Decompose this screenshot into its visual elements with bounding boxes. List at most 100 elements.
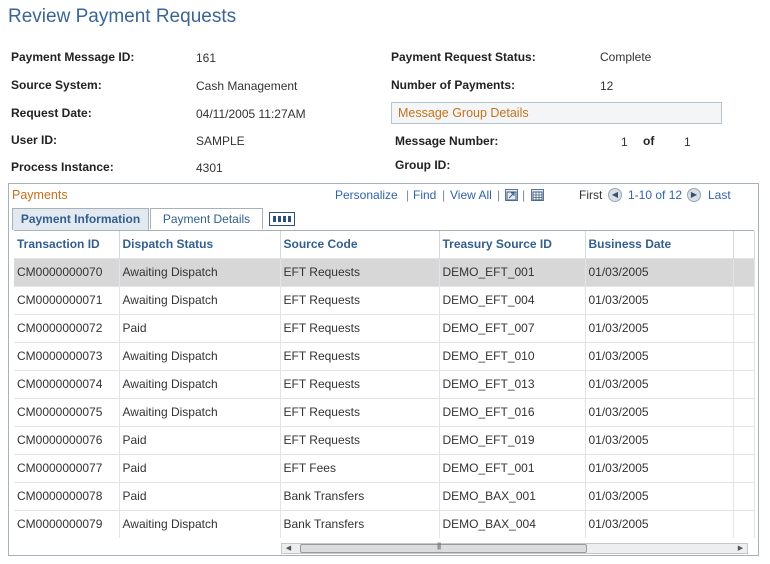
nav-separator: |: [442, 188, 446, 202]
table-row[interactable]: CM0000000079 Awaiting Dispatch Bank Transf…: [14, 509, 755, 538]
group-id-label: Group ID:: [395, 158, 451, 172]
page-title: Review Payment Requests: [8, 6, 237, 27]
column-header-transaction-id[interactable]: Transaction ID: [14, 231, 120, 258]
nav-separator: |: [497, 188, 501, 202]
user-id-label: User ID:: [11, 133, 58, 147]
table-row[interactable]: CM0000000078 Paid Bank Transfers DEMO_BAX_0…: [14, 481, 755, 510]
zoom-icon[interactable]: [505, 189, 518, 201]
cell-source-code: EFT Requests: [280, 341, 440, 370]
cell-spacer: [733, 285, 755, 314]
cell-dispatch-status: Awaiting Dispatch: [119, 341, 281, 370]
cell-treasury-source-id: DEMO_EFT_010: [439, 341, 586, 370]
download-icon[interactable]: [531, 189, 544, 201]
cell-treasury-source-id: DEMO_BAX_004: [439, 509, 586, 538]
table-row[interactable]: CM0000000074 Awaiting Dispatch EFT Request…: [14, 369, 755, 398]
payment-message-id-value: 161: [196, 51, 217, 65]
cell-business-date: 01/03/2005: [585, 313, 734, 342]
number-of-payments-label: Number of Payments:: [391, 78, 516, 92]
cell-transaction-id: CM0000000072: [14, 313, 120, 342]
tab-payment-details[interactable]: Payment Details: [150, 208, 263, 229]
cell-treasury-source-id: DEMO_EFT_016: [439, 397, 586, 426]
horizontal-scrollbar[interactable]: ◀ |||| ▶: [281, 543, 748, 554]
scroll-right-icon[interactable]: ▶: [735, 544, 746, 553]
column-header-business-date[interactable]: Business Date: [585, 231, 734, 258]
cell-source-code: EFT Requests: [280, 397, 440, 426]
cell-dispatch-status: Awaiting Dispatch: [119, 397, 281, 426]
scroll-left-icon[interactable]: ◀: [283, 544, 294, 553]
column-header-treasury-source-id[interactable]: Treasury Source ID: [439, 231, 586, 258]
message-number-total: 1: [684, 135, 691, 149]
cell-treasury-source-id: DEMO_BAX_001: [439, 481, 586, 510]
table-row[interactable]: CM0000000071 Awaiting Dispatch EFT Request…: [14, 285, 755, 314]
table-header-row: Transaction ID Dispatch Status Source Co…: [14, 231, 755, 258]
cell-treasury-source-id: DEMO_EFT_004: [439, 285, 586, 314]
cell-business-date: 01/03/2005: [585, 453, 734, 482]
cell-spacer: [733, 509, 755, 538]
table-row[interactable]: CM0000000077 Paid EFT Fees DEMO_EFT_001 01/0…: [14, 453, 755, 482]
grid-view-icon[interactable]: [269, 212, 295, 226]
grid-navigation: Personalize | Find | View All | | First …: [9, 188, 758, 204]
cell-source-code: EFT Requests: [280, 369, 440, 398]
column-header-spacer: [733, 231, 755, 258]
cell-spacer: [733, 341, 755, 370]
column-header-source-code[interactable]: Source Code: [280, 231, 440, 258]
cell-treasury-source-id: DEMO_EFT_007: [439, 313, 586, 342]
table-row[interactable]: CM0000000076 Paid EFT Requests DEMO_EFT_019…: [14, 425, 755, 454]
cell-transaction-id: CM0000000070: [14, 257, 120, 286]
row-range: 1-10 of 12: [628, 188, 683, 202]
cell-business-date: 01/03/2005: [585, 481, 734, 510]
cell-dispatch-status: Paid: [119, 481, 281, 510]
table-row[interactable]: CM0000000072 Paid EFT Requests DEMO_EFT_007…: [14, 313, 755, 342]
message-group-details-title: Message Group Details: [398, 106, 529, 120]
cell-spacer: [733, 425, 755, 454]
arrow-left-icon[interactable]: ◀: [608, 188, 622, 202]
cell-dispatch-status: Paid: [119, 453, 281, 482]
cell-treasury-source-id: DEMO_EFT_013: [439, 369, 586, 398]
payments-grid: Payments Personalize | Find | View All |…: [8, 183, 759, 556]
message-group-details-box: Message Group Details: [391, 102, 722, 124]
request-date-value: 04/11/2005 11:27AM: [196, 107, 306, 121]
cell-dispatch-status: Awaiting Dispatch: [119, 285, 281, 314]
payment-request-status-value: Complete: [600, 50, 652, 64]
number-of-payments-value: 12: [600, 79, 614, 93]
cell-dispatch-status: Paid: [119, 425, 281, 454]
cell-transaction-id: CM0000000075: [14, 397, 120, 426]
table-row[interactable]: CM0000000073 Awaiting Dispatch EFT Request…: [14, 341, 755, 370]
cell-dispatch-status: Awaiting Dispatch: [119, 369, 281, 398]
cell-business-date: 01/03/2005: [585, 369, 734, 398]
arrow-right-icon[interactable]: ▶: [687, 188, 701, 202]
nav-separator: |: [406, 188, 410, 202]
source-system-label: Source System:: [11, 78, 102, 92]
cell-dispatch-status: Awaiting Dispatch: [119, 509, 281, 538]
cell-transaction-id: CM0000000073: [14, 341, 120, 370]
column-header-dispatch-status[interactable]: Dispatch Status: [119, 231, 281, 258]
grid-tabs: Payment Information Payment Details: [9, 208, 758, 230]
message-number-value: 1: [621, 135, 628, 149]
find-link[interactable]: Find: [413, 188, 436, 202]
cell-business-date: 01/03/2005: [585, 257, 734, 286]
cell-spacer: [733, 313, 755, 342]
cell-source-code: Bank Transfers: [280, 481, 440, 510]
message-number-label: Message Number:: [395, 134, 499, 148]
cell-business-date: 01/03/2005: [585, 425, 734, 454]
cell-source-code: EFT Requests: [280, 313, 440, 342]
scrollbar-thumb[interactable]: ||||: [300, 543, 587, 553]
cell-spacer: [733, 481, 755, 510]
cell-transaction-id: CM0000000078: [14, 481, 120, 510]
table-row[interactable]: CM0000000070 Awaiting Dispatch EFT Request…: [14, 257, 755, 286]
cell-source-code: EFT Fees: [280, 453, 440, 482]
payment-message-id-label: Payment Message ID:: [11, 50, 135, 64]
personalize-link[interactable]: Personalize: [335, 188, 398, 202]
tab-payment-information[interactable]: Payment Information: [12, 208, 149, 230]
cell-dispatch-status: Paid: [119, 313, 281, 342]
table-row[interactable]: CM0000000075 Awaiting Dispatch EFT Request…: [14, 397, 755, 426]
cell-business-date: 01/03/2005: [585, 509, 734, 538]
cell-source-code: EFT Requests: [280, 257, 440, 286]
nav-separator: |: [522, 188, 526, 202]
view-all-link[interactable]: View All: [450, 188, 492, 202]
cell-spacer: [733, 369, 755, 398]
last-link[interactable]: Last: [708, 188, 731, 202]
payments-table-wrapper: Transaction ID Dispatch Status Source Co…: [14, 230, 755, 540]
source-system-value: Cash Management: [196, 79, 298, 93]
cell-business-date: 01/03/2005: [585, 285, 734, 314]
